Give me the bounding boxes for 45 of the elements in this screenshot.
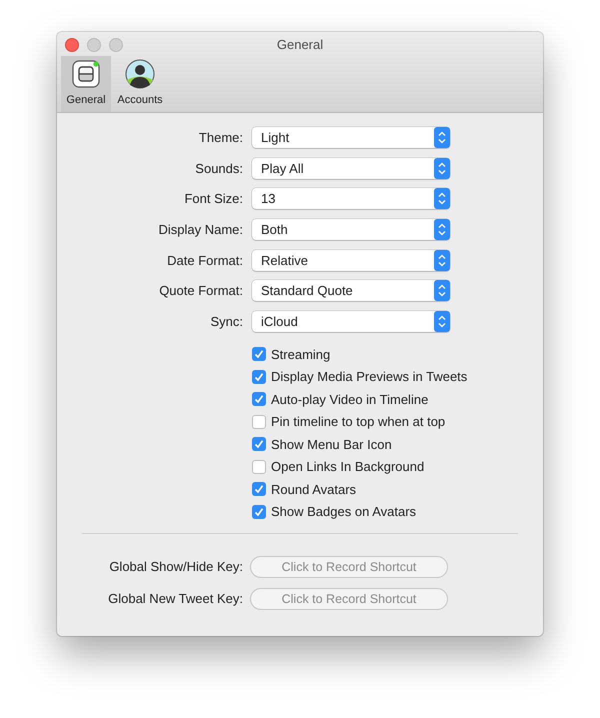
chevron-up-down-icon	[434, 188, 450, 210]
checkbox[interactable]	[252, 347, 266, 362]
popup-menu[interactable]: iCloud	[252, 311, 450, 332]
checkbox-label: Auto-play Video in Timeline	[271, 392, 428, 407]
user-avatar-icon	[124, 58, 156, 90]
checkbox[interactable]	[252, 414, 266, 429]
field-label: Sounds:	[194, 160, 243, 176]
popup-menu[interactable]: 13	[252, 188, 450, 210]
chevron-up-down-icon	[434, 158, 450, 179]
checkbox-label: Round Avatars	[271, 482, 356, 497]
field-label: Display Name:	[157, 222, 243, 238]
checkbox-label: Display Media Previews in Tweets	[271, 369, 468, 384]
chevron-up-down-icon	[434, 280, 450, 302]
popup-menu[interactable]: Play All	[252, 158, 450, 179]
toggle-switch-icon	[70, 58, 102, 90]
field-label: Date Format:	[166, 252, 243, 268]
field-label: Theme:	[198, 130, 243, 145]
popup-menu[interactable]: Standard Quote	[252, 280, 450, 302]
checkbox[interactable]	[252, 482, 266, 496]
chevron-up-down-icon	[434, 250, 450, 271]
checkbox-label: Open Links In Background	[271, 459, 424, 474]
popup-menu[interactable]: Light	[252, 127, 450, 148]
checkbox[interactable]	[252, 504, 266, 519]
toolbar-tab[interactable]: Accounts	[115, 56, 165, 112]
checkbox-label: Pin timeline to top when at top	[271, 414, 446, 430]
checkbox-label: Show Badges on Avatars	[271, 504, 416, 520]
field-label: Global Show/Hide Key:	[108, 559, 243, 574]
popup-menu[interactable]: Both	[252, 219, 450, 240]
close-button[interactable]	[65, 38, 79, 52]
chevron-up-down-icon	[434, 219, 450, 240]
popup-menu[interactable]: Relative	[252, 250, 450, 271]
window-title: General	[276, 36, 324, 52]
field-label: Sync:	[209, 314, 243, 330]
chevron-up-down-icon	[434, 127, 450, 148]
checkbox-label: Show Menu Bar Icon	[271, 436, 392, 452]
toolbar-tab[interactable]: General	[61, 56, 111, 112]
checkbox-label: Streaming	[271, 346, 330, 362]
field-label: Global New Tweet Key:	[107, 591, 243, 606]
checkbox[interactable]	[252, 370, 266, 384]
field-label: Quote Format:	[158, 283, 243, 298]
field-label: Font Size:	[183, 191, 243, 206]
checkbox[interactable]	[252, 437, 266, 452]
checkbox[interactable]	[252, 392, 266, 406]
checkbox[interactable]	[252, 460, 266, 474]
chevron-up-down-icon	[434, 311, 450, 332]
